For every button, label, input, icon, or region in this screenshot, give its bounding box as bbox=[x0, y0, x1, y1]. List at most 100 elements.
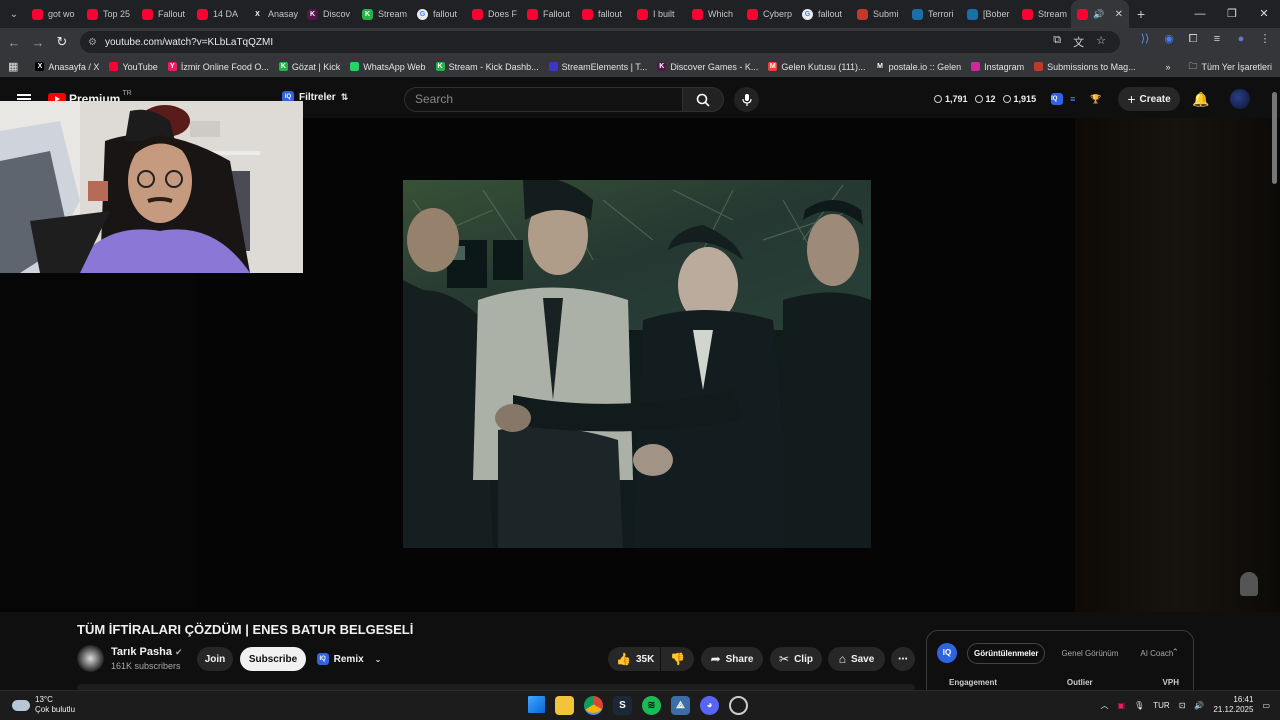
browser-tab[interactable]: K Discov bbox=[301, 0, 356, 28]
menu-icon[interactable]: ⋮ bbox=[1258, 32, 1272, 46]
browser-tab[interactable]: Which bbox=[686, 0, 741, 28]
browser-tab[interactable]: fallout bbox=[576, 0, 631, 28]
bookmark-item[interactable]: K Gözat | Kick bbox=[274, 62, 345, 72]
apps-icon[interactable]: ▦ bbox=[8, 60, 18, 73]
join-button[interactable]: Join bbox=[197, 647, 233, 671]
avatar[interactable] bbox=[1230, 89, 1250, 109]
spotify-icon[interactable]: ≋ bbox=[642, 696, 661, 715]
share-button[interactable]: ➦ Share bbox=[701, 647, 763, 671]
mic-tray-icon[interactable]: 🎙 bbox=[1134, 701, 1144, 710]
bookmark-item[interactable]: Instagram bbox=[966, 62, 1029, 72]
browser-tab[interactable]: I built bbox=[631, 0, 686, 28]
discord-icon[interactable]: ◕ bbox=[700, 696, 719, 715]
close-tab-icon[interactable]: ✕ bbox=[1115, 9, 1123, 20]
address-bar[interactable]: ⚙ youtube.com/watch?v=KLbLaTqQZMI ⧉ 文 ☆ bbox=[80, 31, 1120, 53]
notifications-icon[interactable]: 🔔 bbox=[1192, 91, 1209, 108]
bookmark-label: Gözat | Kick bbox=[291, 61, 341, 72]
channel-avatar[interactable] bbox=[77, 645, 104, 672]
tab-active[interactable]: 🔊 ✕ bbox=[1071, 0, 1129, 28]
volume-icon[interactable]: 🔊 bbox=[1194, 701, 1204, 710]
collapse-icon[interactable]: ⌃ bbox=[1171, 647, 1179, 658]
speaker-icon[interactable]: 🔊 bbox=[1093, 9, 1104, 20]
browser-tab[interactable]: Stream bbox=[1016, 0, 1071, 28]
iq-icon[interactable]: IQ bbox=[1051, 93, 1064, 105]
clock[interactable]: 16:41 21.12.2025 bbox=[1213, 695, 1253, 715]
puzzle-icon[interactable]: ⧠ bbox=[1186, 32, 1200, 46]
bookmark-item[interactable]: K Discover Games - K... bbox=[652, 62, 763, 72]
search-button[interactable] bbox=[682, 87, 724, 112]
notification-center-icon[interactable]: ▭ bbox=[1262, 701, 1270, 710]
bookmark-item[interactable]: X Anasayfa / X bbox=[30, 62, 104, 72]
browser-tab[interactable]: X Anasay bbox=[246, 0, 301, 28]
save-button[interactable]: ⌂ Save bbox=[828, 647, 885, 671]
browser-tab[interactable]: Submi bbox=[851, 0, 906, 28]
dislike-button[interactable]: 👎 bbox=[661, 647, 694, 671]
file-explorer-icon[interactable] bbox=[555, 696, 574, 715]
iq-logo-icon: IQ bbox=[937, 643, 957, 663]
trophy-icon[interactable]: 🏆 bbox=[1090, 94, 1101, 105]
voice-search-button[interactable] bbox=[734, 87, 759, 112]
bookmark-item[interactable]: WhatsApp Web bbox=[345, 62, 430, 72]
bookmark-item[interactable]: K Stream - Kick Dashb... bbox=[431, 62, 544, 72]
translate-icon[interactable]: 文 bbox=[1073, 34, 1084, 50]
browser-tab[interactable]: Fallout bbox=[136, 0, 191, 28]
media-control-icon[interactable]: ≡ bbox=[1210, 32, 1224, 46]
site-info-icon[interactable]: ⚙ bbox=[88, 37, 97, 48]
tab-title: Stream bbox=[378, 9, 408, 19]
bookmark-item[interactable]: Y İzmir Online Food O... bbox=[163, 62, 274, 72]
tray-app-icon[interactable]: ▣ bbox=[1118, 701, 1126, 710]
iq-extension-icon[interactable]: ◉ bbox=[1162, 32, 1176, 46]
forward-button[interactable]: → bbox=[26, 35, 50, 50]
restore-button[interactable]: ❐ bbox=[1216, 0, 1248, 28]
search-input[interactable]: Search bbox=[404, 87, 682, 112]
page-scrollbar[interactable] bbox=[1272, 92, 1277, 184]
channel-name[interactable]: Tarık Pasha ✔ bbox=[111, 646, 183, 658]
subscribe-button[interactable]: Subscribe bbox=[240, 647, 306, 671]
browser-tab[interactable]: 14 DA bbox=[191, 0, 246, 28]
language-indicator[interactable]: TUR bbox=[1153, 701, 1169, 710]
reload-button[interactable]: ↻ bbox=[50, 34, 74, 50]
more-bookmarks-icon[interactable]: » bbox=[1165, 62, 1170, 72]
browser-tab[interactable]: Gfallout bbox=[411, 0, 466, 28]
bookmark-item[interactable]: M Gelen Kutusu (111)... bbox=[763, 62, 870, 72]
windows-start-icon[interactable] bbox=[528, 696, 545, 713]
tab-search-button[interactable]: ⌄ bbox=[2, 3, 26, 25]
browser-tab[interactable]: [Bober bbox=[961, 0, 1016, 28]
remix-button[interactable]: IQ Remix ⌄ bbox=[313, 647, 385, 671]
bookmark-item[interactable]: Mpostale.io :: Gelen bbox=[871, 62, 967, 72]
list-icon[interactable]: ≡ bbox=[1070, 94, 1075, 104]
browser-tab[interactable]: Fallout bbox=[521, 0, 576, 28]
close-window-button[interactable]: ✕ bbox=[1248, 0, 1280, 28]
all-bookmarks-link[interactable]: Tüm Yer İşaretleri bbox=[1201, 62, 1272, 72]
app-icon[interactable]: ⟁ bbox=[671, 696, 690, 715]
browser-tab[interactable]: Cyberp bbox=[741, 0, 796, 28]
network-icon[interactable]: ⊡ bbox=[1179, 701, 1186, 710]
panel-tab-views[interactable]: Görüntülenmeler bbox=[967, 642, 1046, 664]
browser-tab[interactable]: got wo bbox=[26, 0, 81, 28]
weather-widget[interactable]: 13°C Çok bulutlu bbox=[12, 695, 75, 715]
browser-tab[interactable]: Top 25 bbox=[81, 0, 136, 28]
browser-tab[interactable]: K Stream bbox=[356, 0, 411, 28]
steam-icon[interactable]: S bbox=[613, 696, 632, 715]
new-tab-button[interactable]: + bbox=[1129, 6, 1153, 22]
minimize-button[interactable]: — bbox=[1184, 0, 1216, 28]
browser-tab[interactable]: Does F bbox=[466, 0, 521, 28]
browser-tab[interactable]: Gfallout bbox=[796, 0, 851, 28]
install-app-icon[interactable]: ⧉ bbox=[1053, 34, 1061, 50]
bookmark-item[interactable]: YouTube bbox=[104, 62, 162, 72]
profile-icon[interactable]: ● bbox=[1234, 32, 1248, 46]
panel-tab-overview[interactable]: Genel Görünüm bbox=[1055, 649, 1124, 658]
create-button[interactable]: + Create bbox=[1118, 87, 1180, 111]
bookmark-item[interactable]: Submissions to Mag... bbox=[1029, 62, 1141, 72]
bookmark-star-icon[interactable]: ☆ bbox=[1096, 34, 1106, 50]
clip-button[interactable]: ✂ Clip bbox=[770, 647, 822, 671]
browser-tab[interactable]: Terrori bbox=[906, 0, 961, 28]
settings-app-icon[interactable] bbox=[729, 696, 748, 715]
like-button[interactable]: 👍 35K bbox=[608, 647, 660, 671]
tray-expand-icon[interactable]: ︿ bbox=[1101, 700, 1109, 711]
extension-icon[interactable]: ⟩⟩ bbox=[1138, 32, 1152, 46]
more-actions-button[interactable]: ⋯ bbox=[891, 647, 915, 671]
back-button[interactable]: ← bbox=[2, 35, 26, 50]
chrome-icon[interactable] bbox=[584, 696, 603, 715]
bookmark-item[interactable]: StreamElements | T... bbox=[544, 62, 653, 72]
